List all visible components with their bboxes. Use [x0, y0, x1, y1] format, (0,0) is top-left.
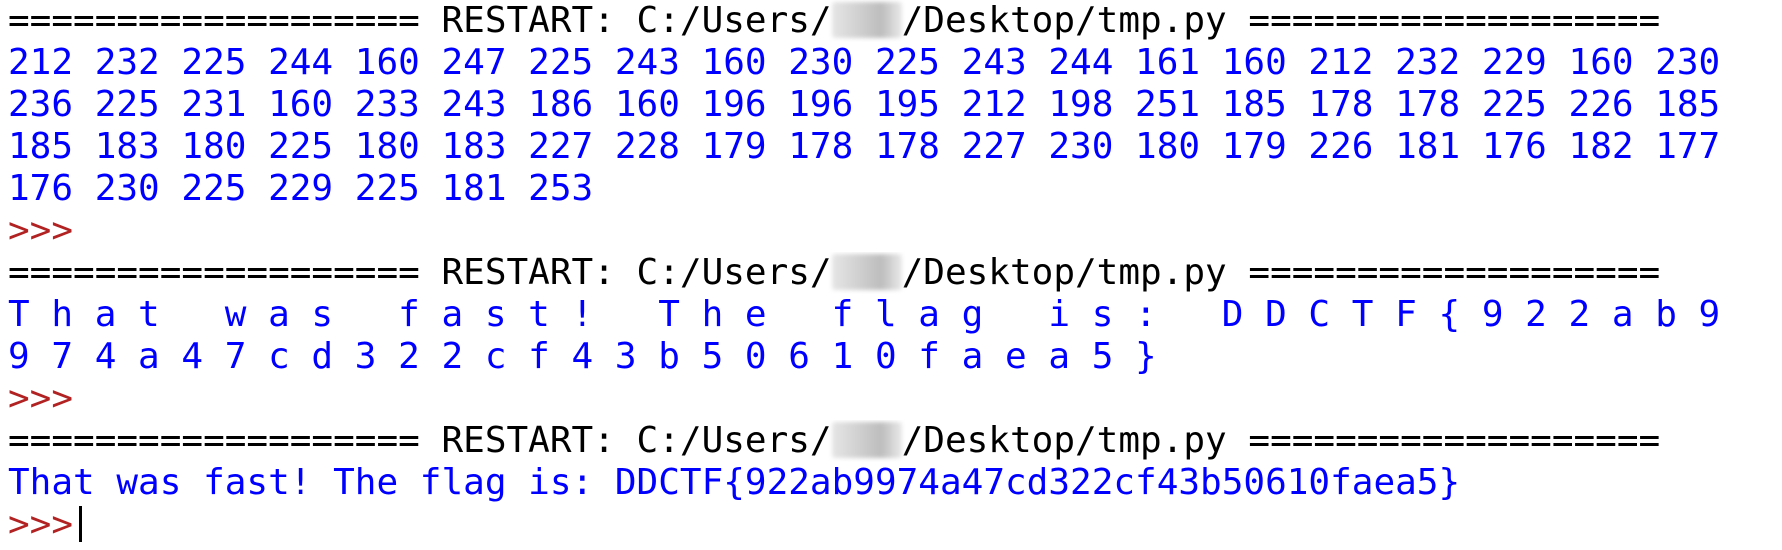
output-line: T h a t w a s f a s t ! T h e f l a g i …: [8, 294, 1721, 335]
shell-prompt: >>>: [8, 504, 74, 545]
restart-left-text: =================== RESTART: C:/Users/: [8, 420, 832, 461]
redacted-username-blur: [831, 2, 902, 38]
output-line: 9 7 4 a 4 7 c d 3 2 2 c f 4 3 b 5 0 6 1 …: [8, 336, 1157, 377]
restart-right-text: /Desktop/tmp.py ===================: [901, 252, 1661, 293]
restart-left-text: =================== RESTART: C:/Users/: [8, 252, 832, 293]
output-line: 176 230 225 229 225 181 253: [8, 168, 594, 209]
restart-right-text: /Desktop/tmp.py ===================: [901, 420, 1661, 461]
restart-left-text: =================== RESTART: C:/Users/: [8, 0, 832, 41]
restart-banner-1: =================== RESTART: C:/Users/ /D…: [8, 0, 1782, 42]
output-line: 212 232 225 244 160 247 225 243 160 230 …: [8, 42, 1721, 83]
output-line: 236 225 231 160 233 243 186 160 196 196 …: [8, 84, 1721, 125]
text-cursor: [79, 506, 83, 542]
redacted-username-blur: [831, 422, 902, 458]
active-prompt-line[interactable]: >>>: [8, 504, 1782, 546]
python-shell-output[interactable]: =================== RESTART: C:/Users/ /D…: [0, 0, 1782, 550]
redacted-username-blur: [831, 254, 902, 290]
output-line: 185 183 180 225 180 183 227 228 179 178 …: [8, 126, 1721, 167]
restart-banner-2: =================== RESTART: C:/Users/ /D…: [8, 252, 1782, 294]
flag-output-line: That was fast! The flag is: DDCTF{922ab9…: [8, 462, 1461, 503]
restart-right-text: /Desktop/tmp.py ===================: [901, 0, 1661, 41]
shell-prompt: >>>: [8, 210, 74, 251]
restart-banner-3: =================== RESTART: C:/Users/ /D…: [8, 420, 1782, 462]
shell-prompt: >>>: [8, 378, 74, 419]
